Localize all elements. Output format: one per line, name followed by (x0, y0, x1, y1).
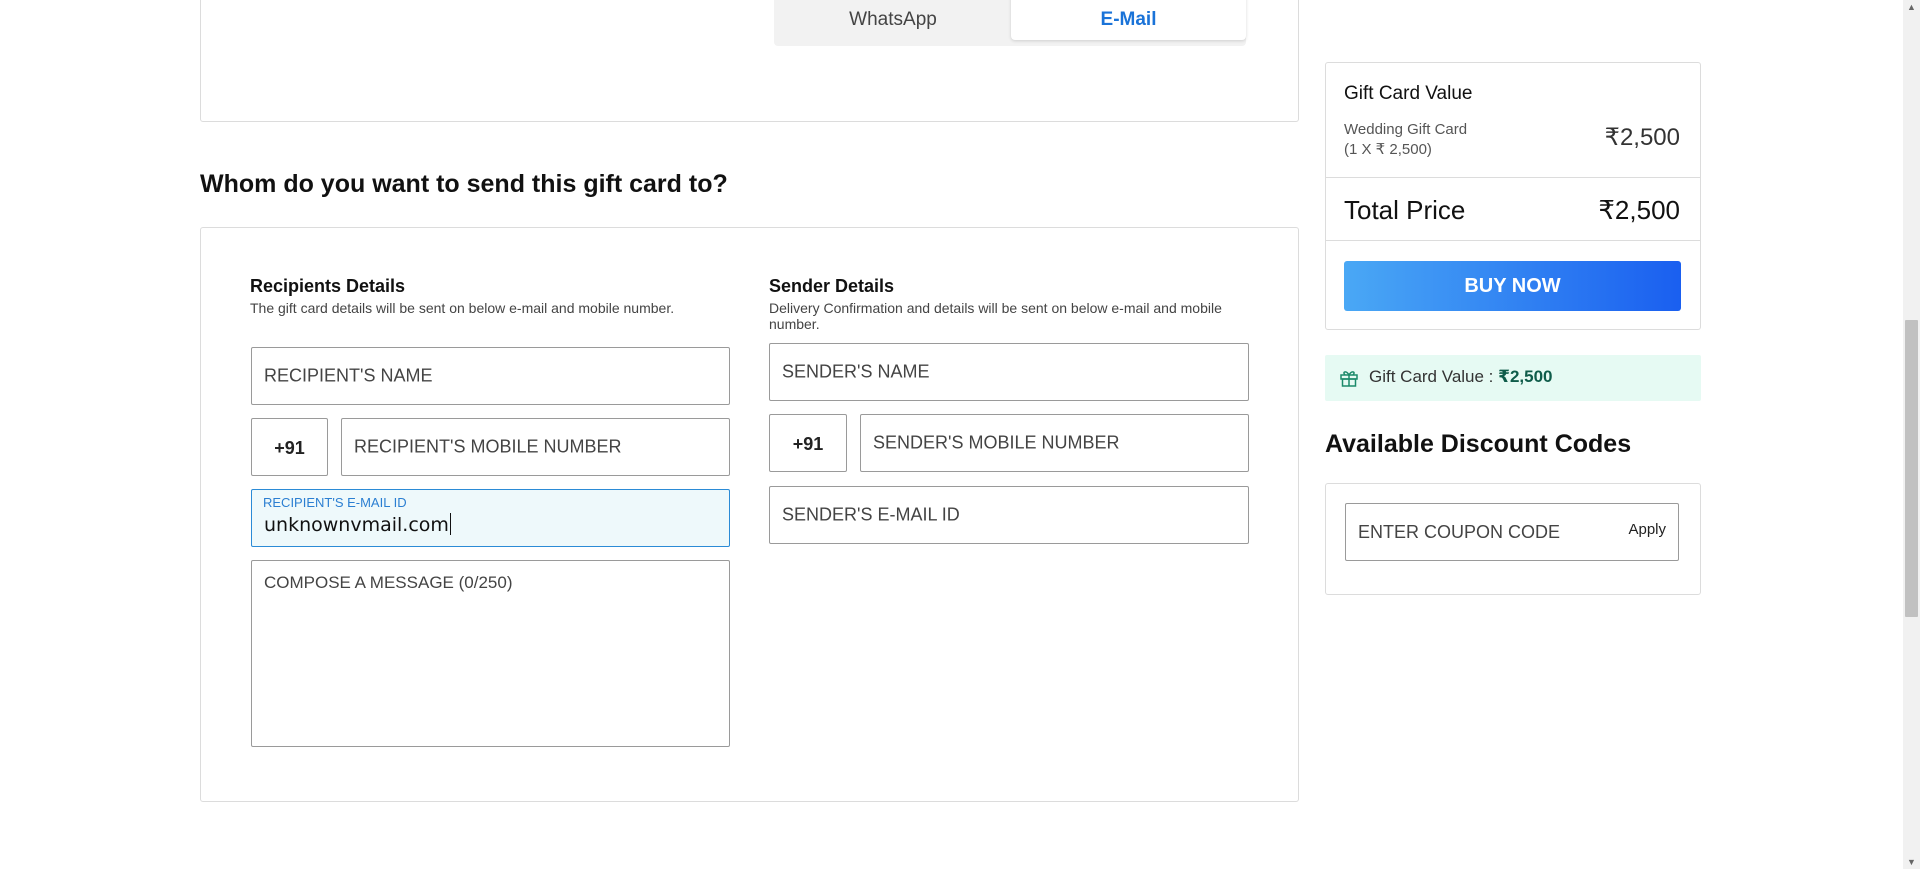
sender-mobile-placeholder: SENDER'S MOBILE NUMBER (873, 432, 1120, 453)
sender-email-field[interactable]: SENDER'S E-MAIL ID (769, 486, 1249, 544)
sender-mobile-field[interactable]: SENDER'S MOBILE NUMBER (860, 414, 1249, 472)
sender-country-code[interactable]: +91 (769, 414, 847, 472)
scrollbar-thumb[interactable] (1905, 320, 1918, 617)
gift-banner-value: ₹2,500 (1498, 367, 1553, 386)
sender-heading: Sender Details (769, 276, 895, 296)
total-price-label: Total Price (1344, 195, 1466, 225)
delivery-channel-toggle: WhatsApp E-Mail (774, 0, 1246, 46)
sender-subtext: Delivery Confirmation and details will b… (769, 300, 1222, 332)
sender-name-field[interactable]: SENDER'S NAME (769, 343, 1249, 401)
sender-email-placeholder: SENDER'S E-MAIL ID (782, 504, 960, 525)
recipient-name-field[interactable]: RECIPIENT'S NAME (251, 347, 730, 405)
summary-item-name: Wedding Gift Card (1344, 121, 1468, 138)
recipient-email-label: RECIPIENT'S E-MAIL ID (263, 495, 407, 510)
coupon-code-placeholder: ENTER COUPON CODE (1358, 522, 1561, 542)
recipient-email-text: unknownvmail.com (264, 514, 449, 536)
scroll-down-arrow-icon[interactable]: ▼ (1903, 855, 1920, 869)
summary-item-price: ₹2,500 (1604, 124, 1680, 151)
tab-email[interactable]: E-Mail (1011, 0, 1246, 40)
apply-coupon-button[interactable]: Apply (1628, 521, 1666, 538)
tab-whatsapp[interactable]: WhatsApp (778, 0, 1008, 40)
compose-message-field[interactable]: COMPOSE A MESSAGE (0/250) (251, 560, 730, 747)
coupon-code-field[interactable]: ENTER COUPON CODE Apply (1345, 503, 1679, 561)
summary-divider (1326, 177, 1700, 178)
recipient-country-code[interactable]: +91 (251, 418, 328, 476)
recipient-mobile-field[interactable]: RECIPIENT'S MOBILE NUMBER (341, 418, 730, 476)
text-caret (449, 513, 451, 535)
gift-banner-label: Gift Card Value : (1369, 367, 1499, 386)
recipient-email-value: unknownvmail.com (264, 513, 451, 536)
recipient-mobile-placeholder: RECIPIENT'S MOBILE NUMBER (354, 436, 622, 457)
sender-name-placeholder: SENDER'S NAME (782, 361, 930, 382)
gift-icon (1340, 371, 1358, 387)
total-price-value: ₹2,500 (1598, 195, 1680, 225)
gift-card-value-banner: Gift Card Value : ₹2,500 (1325, 355, 1701, 401)
compose-message-placeholder: COMPOSE A MESSAGE (0/250) (264, 573, 513, 592)
section-title: Whom do you want to send this gift card … (200, 170, 728, 198)
scroll-up-arrow-icon[interactable]: ▲ (1903, 0, 1920, 14)
recipient-subtext: The gift card details will be sent on be… (250, 300, 675, 316)
gift-card-value-title: Gift Card Value (1344, 83, 1473, 104)
recipient-heading: Recipients Details (250, 276, 406, 296)
summary-item: Wedding Gift Card (1 X ₹ 2,500) (1344, 120, 1467, 160)
available-discount-codes-title: Available Discount Codes (1325, 430, 1632, 458)
summary-item-qty: (1 X ₹ 2,500) (1344, 141, 1432, 158)
buy-now-button[interactable]: BUY NOW (1344, 261, 1681, 311)
recipient-name-placeholder: RECIPIENT'S NAME (264, 365, 433, 386)
recipient-email-field[interactable]: RECIPIENT'S E-MAIL ID unknownvmail.com (251, 489, 730, 547)
summary-divider (1326, 240, 1700, 241)
gift-card-value-text: Gift Card Value : ₹2,500 (1369, 367, 1553, 387)
